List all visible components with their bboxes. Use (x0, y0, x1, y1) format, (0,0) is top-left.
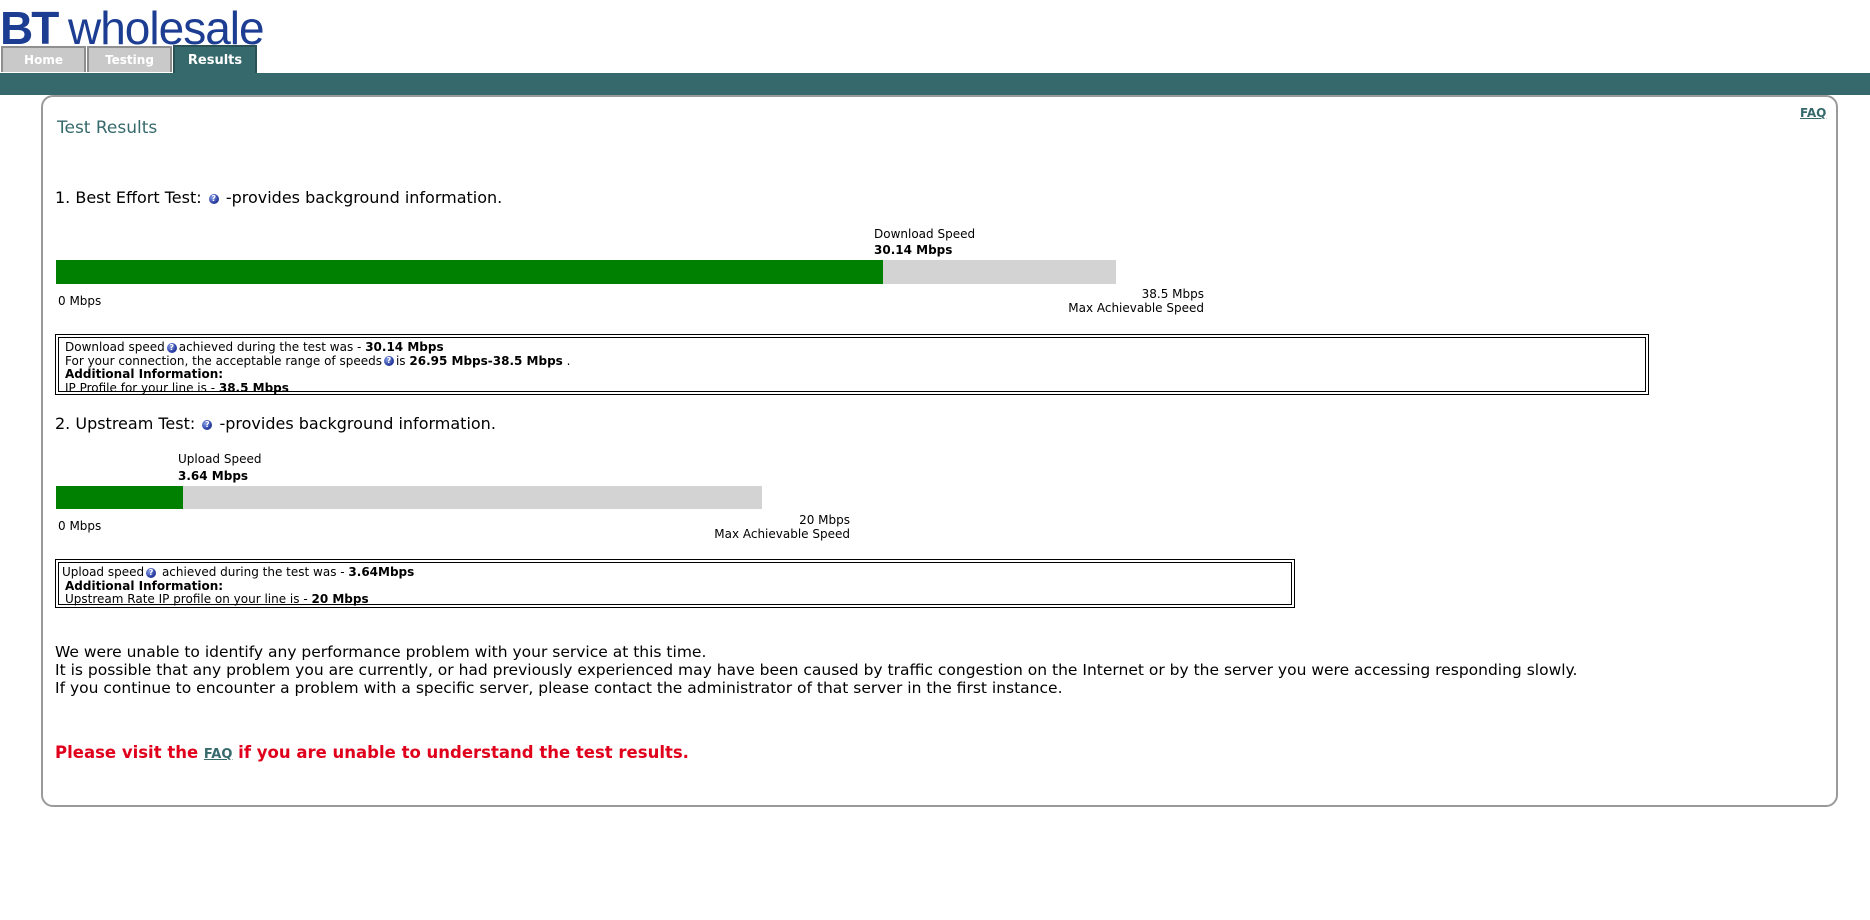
help-icon[interactable]: ? (208, 193, 219, 204)
help-icon[interactable]: ? (146, 567, 157, 578)
upload-axis-max-value: 20 Mbps (799, 513, 850, 527)
download-axis-max: 38.5 Mbps Max Achievable Speed (1040, 287, 1204, 315)
faq-link[interactable]: FAQ (1800, 106, 1826, 120)
best-effort-heading-text: 1. Best Effort Test: (55, 188, 202, 207)
logo-wholesale: wholesale (68, 2, 265, 54)
upload-axis-max: 20 Mbps Max Achievable Speed (690, 513, 850, 541)
download-info-additional: Additional Information: (65, 367, 224, 381)
best-effort-heading: 1. Best Effort Test: ? -provides backgro… (55, 188, 502, 207)
upload-info-additional: Additional Information: (65, 578, 224, 593)
help-icon[interactable]: ? (166, 342, 177, 353)
upload-bar-fill (56, 486, 183, 509)
upstream-heading-suffix: -provides background information. (219, 414, 496, 433)
download-bar-fill (56, 260, 883, 284)
tab-testing[interactable]: Testing (87, 46, 172, 72)
upstream-heading-text: 2. Upstream Test: (55, 414, 196, 433)
download-axis-min: 0 Mbps (58, 294, 102, 308)
tab-results[interactable]: Results (173, 45, 257, 73)
download-axis-max-value: 38.5 Mbps (1141, 287, 1204, 301)
logo-bt: BT (0, 2, 59, 54)
message-line1: We were unable to identify any performan… (55, 643, 707, 661)
download-info-line1: Download speed? achieved during the test … (65, 340, 444, 354)
upload-info-line1: Upload speed? achieved during the test w… (62, 565, 415, 579)
faq-notice: Please visit the FAQ if you are unable t… (55, 743, 689, 762)
upstream-heading: 2. Upstream Test: ? -provides background… (55, 414, 496, 433)
faq-inline-link[interactable]: FAQ (204, 747, 233, 762)
download-info-line2: For your connection, the acceptable rang… (65, 353, 571, 368)
help-icon[interactable]: ? (383, 356, 394, 366)
upload-speed-value: 3.64 Mbps (178, 469, 249, 483)
message-line2: It is possible that any problem you are … (55, 661, 1578, 679)
upload-axis-min: 0 Mbps (58, 519, 102, 533)
page-title: Test Results (57, 118, 158, 138)
header-bar (0, 73, 1870, 95)
download-info-box: Download speed? achieved during the test … (55, 334, 1649, 395)
best-effort-heading-suffix: -provides background information. (225, 188, 503, 207)
upload-info-box: Upload speed? achieved during the test w… (55, 559, 1295, 608)
upload-axis-max-label: Max Achievable Speed (714, 527, 850, 541)
download-speed-label: Download Speed (874, 227, 976, 241)
download-info-line4: IP Profile for your line is - 38.5 Mbps (65, 380, 289, 395)
upload-speed-label: Upload Speed (178, 452, 262, 466)
help-icon[interactable]: ? (202, 419, 213, 430)
download-speed-value: 30.14 Mbps (874, 243, 953, 257)
upload-info-line3: Upstream Rate IP profile on your line is… (65, 592, 369, 606)
download-axis-max-label: Max Achievable Speed (1068, 301, 1204, 315)
message-line3: If you continue to encounter a problem w… (55, 679, 1063, 697)
result-message: We were unable to identify any performan… (55, 643, 1577, 697)
tab-home[interactable]: Home (1, 46, 86, 72)
